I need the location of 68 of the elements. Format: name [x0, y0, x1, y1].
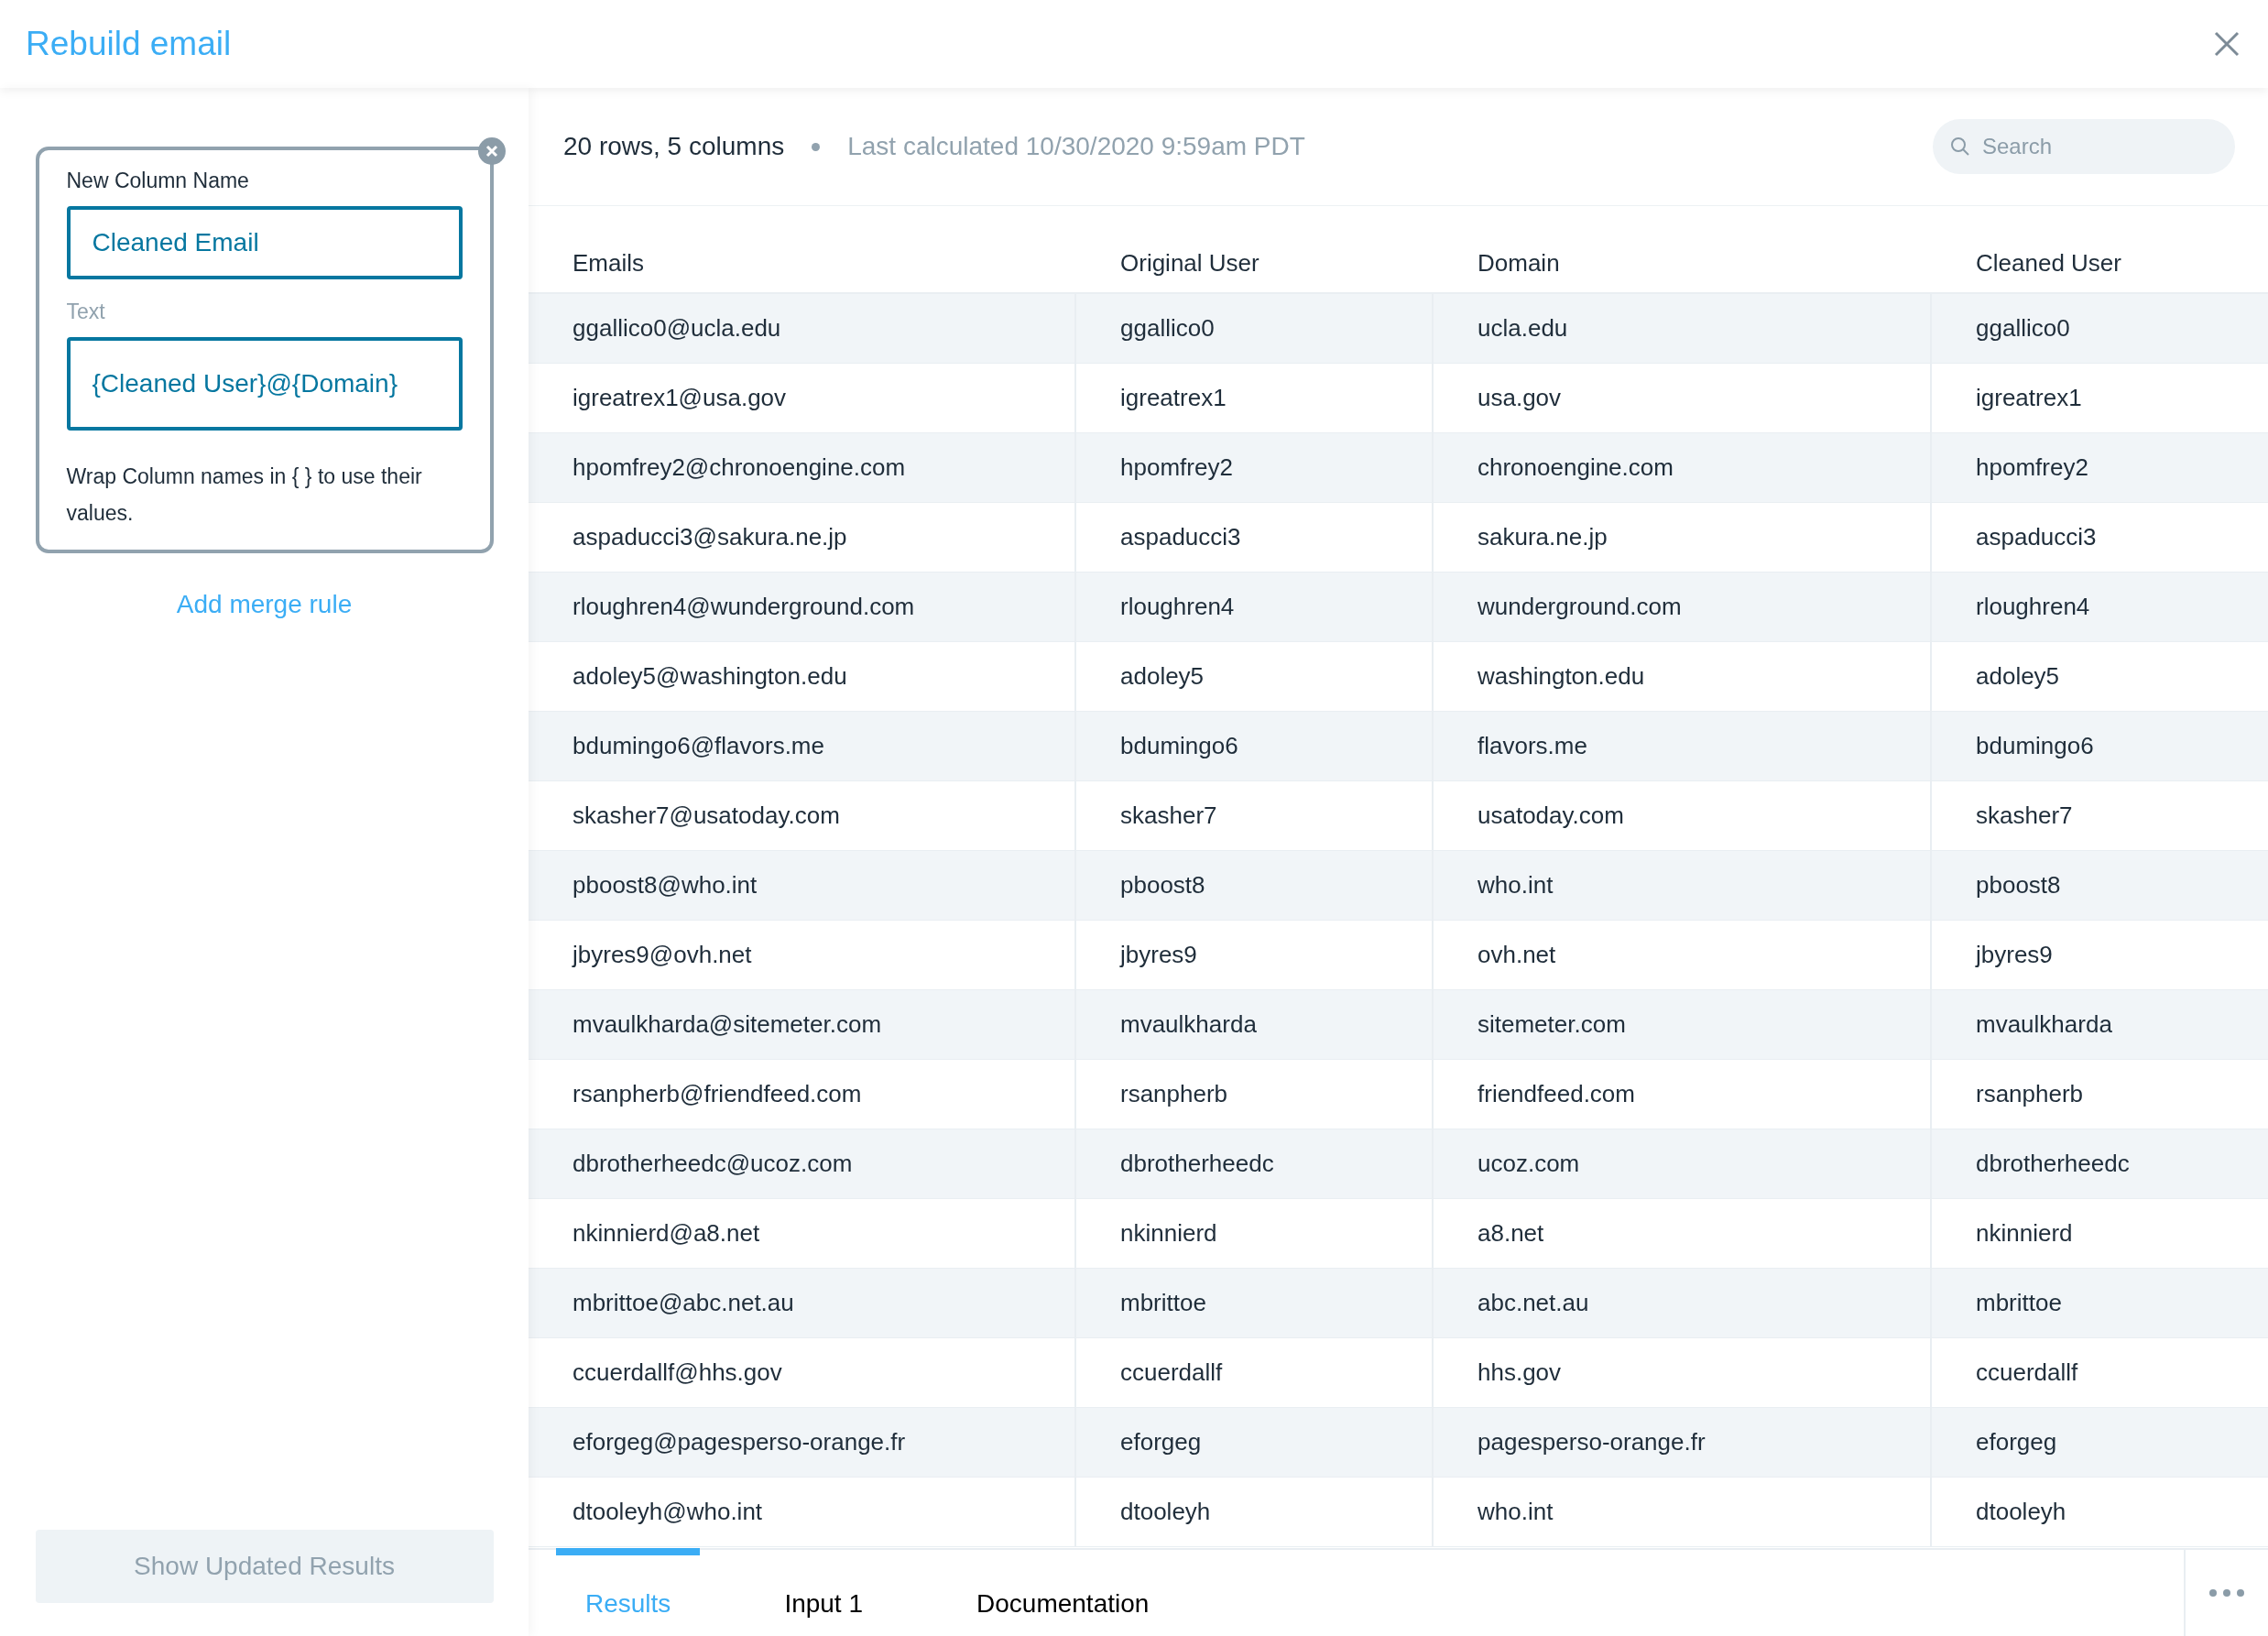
table-cell-text: jbyres9	[1974, 940, 2054, 970]
table-cell: mvaulkharda	[1076, 990, 1434, 1059]
table-cell: bdumingo6	[1076, 712, 1434, 780]
hint-text: Wrap Column names in { } to use their values.	[66, 464, 423, 527]
calculated-time: Last calculated 10/30/2020 9:59am PDT	[847, 132, 1306, 161]
window-title: Rebuild email	[26, 25, 232, 63]
remove-icon[interactable]	[477, 137, 506, 165]
table-cell-text: skasher7	[1975, 801, 2074, 831]
column-header[interactable]: Cleaned User	[1932, 249, 2262, 292]
table-cell-text: ccuerdallf	[1975, 1358, 2079, 1388]
table-cell-text: rloughren4	[1975, 592, 2091, 622]
table-cell-text: ggallico0	[1975, 313, 2071, 344]
table-cell-text: hpomfrey2	[1975, 453, 2089, 483]
table-cell: ggallico0	[1076, 294, 1434, 363]
search-icon	[1949, 136, 1971, 158]
table-cell-text: nkinnierd	[1975, 1218, 2074, 1249]
table-cell: pboost8@who.int	[529, 851, 1076, 920]
table-cell: pagesperso-orange.fr	[1434, 1408, 1932, 1477]
table-cell: ggallico0@ucla.edu	[529, 294, 1076, 363]
table-cell-text: rsanpherb	[1975, 1079, 2085, 1109]
table-cell: mbrittoe@abc.net.au	[529, 1269, 1076, 1337]
table-cell: abc.net.au	[1434, 1269, 1932, 1337]
table-cell: mvaulkharda@sitemeter.com	[529, 990, 1076, 1059]
table-cell-text: pboost8	[1975, 870, 2062, 900]
table-cell: bdumingo6@flavors.me	[529, 712, 1076, 780]
table-cell-text: mbrittoe	[1975, 1288, 2063, 1318]
table-cell-text: bdumingo6	[1975, 731, 2095, 761]
more-icon	[2208, 1588, 2245, 1598]
field-label: New Column Name	[66, 169, 250, 193]
column-name-field[interactable]: Cleaned Email	[66, 206, 463, 279]
table-cell: dbrotherheedc@ucoz.com	[529, 1129, 1076, 1198]
table-cell-text: igreatrex1	[1975, 383, 2083, 413]
table-cell: wunderground.com	[1434, 573, 1932, 641]
close-icon[interactable]	[2213, 30, 2241, 58]
table-cell: eforgeg@pagesperso-orange.fr	[529, 1408, 1076, 1477]
table-cell-text: dtooleyh	[1975, 1497, 2067, 1527]
table-cell: dtooleyh@who.int	[529, 1478, 1076, 1546]
table-cell-text: adoley5	[1975, 661, 2061, 692]
table-cell: chronoengine.com	[1434, 433, 1932, 502]
tab[interactable]: Input 1	[755, 1548, 892, 1636]
table-cell-text: aspaducci3	[1975, 522, 2098, 552]
table-cell-text: dbrotherheedc	[1975, 1149, 2131, 1179]
table-cell: ucoz.com	[1434, 1129, 1932, 1198]
tab[interactable]: Documentation	[947, 1548, 1179, 1636]
table-cell: mbrittoe	[1076, 1269, 1434, 1337]
column-header[interactable]: Emails	[529, 249, 1076, 292]
column-header[interactable]: Domain	[1434, 249, 1932, 292]
table-cell: ucla.edu	[1434, 294, 1932, 363]
row-count: 20 rows, 5 columns	[563, 132, 785, 161]
table-cell: hpomfrey2	[1076, 433, 1434, 502]
table-cell: sitemeter.com	[1434, 990, 1932, 1059]
table-cell: eforgeg	[1076, 1408, 1434, 1477]
separator-dot	[812, 142, 821, 151]
table-cell: rloughren4@wunderground.com	[529, 573, 1076, 641]
table-cell-text: mvaulkharda	[1975, 1009, 2113, 1040]
search-field[interactable]: Search	[1933, 119, 2235, 174]
table-cell: dtooleyh	[1076, 1478, 1434, 1546]
table-cell: pboost8	[1076, 851, 1434, 920]
table-cell: who.int	[1434, 1478, 1932, 1546]
table-cell-text: eforgeg	[1975, 1427, 2058, 1457]
field-label: Text	[66, 300, 106, 324]
table-cell: dbrotherheedc	[1076, 1129, 1434, 1198]
table-cell: hpomfrey2@chronoengine.com	[529, 433, 1076, 502]
text-field[interactable]: {Cleaned User}@{Domain}	[66, 337, 463, 431]
table-cell: rloughren4	[1076, 573, 1434, 641]
table-cell: flavors.me	[1434, 712, 1932, 780]
table-cell: who.int	[1434, 851, 1932, 920]
column-header[interactable]: Original User	[1076, 249, 1434, 292]
